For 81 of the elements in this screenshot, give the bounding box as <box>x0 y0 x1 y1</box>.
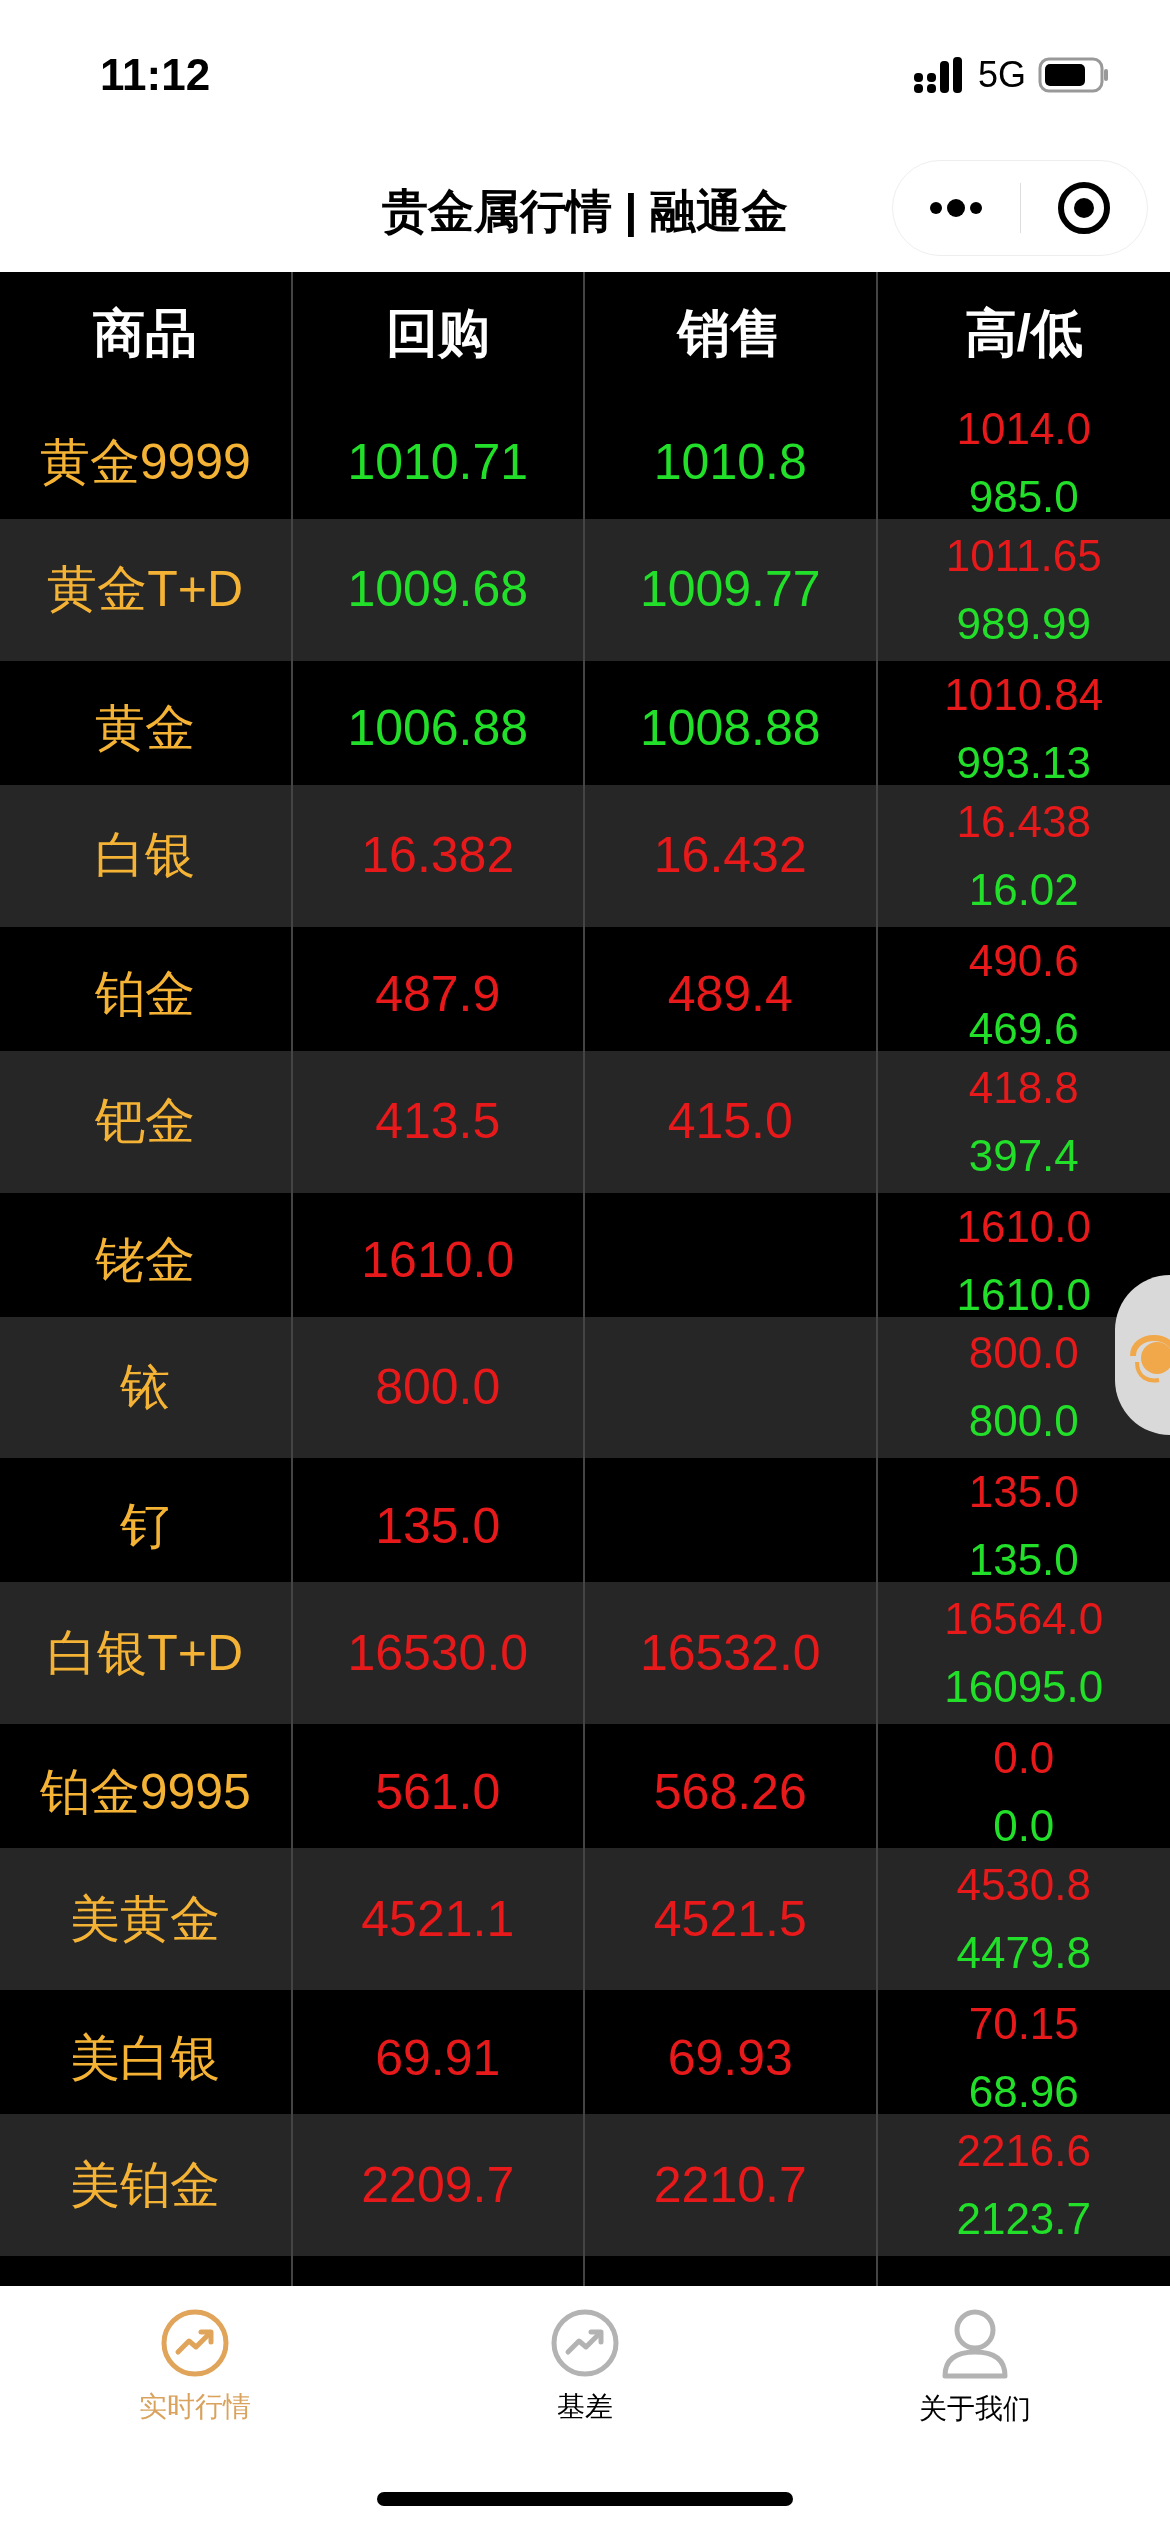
high-price: 1610.0 <box>956 1200 1092 1253</box>
column-header: 销售 <box>678 303 783 365</box>
low-price: 397.4 <box>968 1129 1079 1182</box>
sell-price: 1009.77 <box>639 560 821 620</box>
sell-price: 568.26 <box>653 1762 807 1822</box>
high-price: 800.0 <box>968 1327 1079 1380</box>
sell-price: 2210.7 <box>653 2155 807 2215</box>
product-name: 黄金T+D <box>47 560 244 620</box>
high-price: 16.438 <box>956 795 1092 848</box>
low-price: 469.6 <box>968 1002 1079 1055</box>
low-price: 800.0 <box>968 1395 1079 1448</box>
buy-price: 16530.0 <box>347 1623 529 1683</box>
sell-price: 1008.88 <box>639 699 821 759</box>
trend-chart-icon <box>550 2308 620 2378</box>
sell-price: 16.432 <box>653 826 807 886</box>
product-name: 钌 <box>120 1496 171 1556</box>
product-name: 美黄金 <box>70 1889 221 1949</box>
buy-price: 2209.7 <box>361 2155 515 2215</box>
low-price: 68.96 <box>968 2066 1079 2119</box>
status-time: 11:12 <box>100 49 211 101</box>
buy-price: 413.5 <box>375 1092 501 1152</box>
low-price: 1610.0 <box>956 1268 1092 1321</box>
low-price: 16.02 <box>968 863 1079 916</box>
buy-price: 135.0 <box>375 1496 501 1556</box>
trend-chart-icon <box>160 2308 230 2378</box>
high-price: 0.0 <box>993 1732 1055 1785</box>
close-icon[interactable] <box>1056 181 1111 235</box>
high-price: 418.8 <box>968 1061 1079 1114</box>
buy-price: 69.91 <box>375 2028 501 2088</box>
network-label: 5G <box>977 53 1026 97</box>
battery-icon <box>1038 57 1110 93</box>
low-price: 993.13 <box>956 736 1092 789</box>
product-name: 铂金 <box>95 965 196 1025</box>
tab-bar-item[interactable]: 基差 <box>390 2308 780 2430</box>
column-header: 回购 <box>385 303 490 365</box>
high-price: 1010.84 <box>944 668 1104 721</box>
high-price: 2216.6 <box>956 2125 1092 2178</box>
buy-price: 1010.71 <box>347 433 529 493</box>
high-price: 135.0 <box>968 1466 1079 1519</box>
sell-price: 415.0 <box>667 1092 793 1152</box>
product-name: 钯金 <box>95 1092 196 1152</box>
low-price: 2123.7 <box>956 2193 1092 2246</box>
sell-price: 489.4 <box>667 965 793 1025</box>
product-name: 铑金 <box>95 1231 196 1290</box>
sell-price: 1010.8 <box>653 433 807 493</box>
product-name: 铂金9995 <box>39 1762 251 1822</box>
low-price: 989.99 <box>956 597 1092 650</box>
product-name: 美白银 <box>70 2028 221 2088</box>
low-price: 135.0 <box>968 1534 1079 1587</box>
sell-price: 69.93 <box>667 2028 793 2088</box>
buy-price: 487.9 <box>375 965 501 1025</box>
product-name: 黄金9999 <box>39 433 251 493</box>
low-price: 16095.0 <box>944 1661 1104 1714</box>
low-price: 4479.8 <box>956 1927 1092 1980</box>
column-header: 高/低 <box>964 303 1083 365</box>
buy-price: 4521.1 <box>361 1889 515 1949</box>
column-header: 商品 <box>93 303 198 365</box>
product-name: 黄金 <box>95 699 196 759</box>
product-name: 铱 <box>120 1357 171 1417</box>
buy-price: 1610.0 <box>361 1231 515 1290</box>
sell-price: 4521.5 <box>653 1889 807 1949</box>
product-name: 白银 <box>95 826 196 886</box>
buy-price: 1009.68 <box>347 560 529 620</box>
high-price: 4530.8 <box>956 1859 1092 1912</box>
high-price: 1014.0 <box>956 402 1092 455</box>
product-name: 美铂金 <box>70 2155 221 2215</box>
high-price: 490.6 <box>968 934 1079 987</box>
page-title: 贵金属行情 | 融通金 <box>381 183 789 239</box>
buy-price: 16.382 <box>361 826 515 886</box>
person-icon <box>940 2308 1010 2380</box>
high-price: 16564.0 <box>944 1593 1104 1646</box>
sell-price: 16532.0 <box>639 1623 821 1683</box>
buy-price: 561.0 <box>375 1762 501 1822</box>
high-price: 70.15 <box>968 1998 1079 2051</box>
low-price: 985.0 <box>968 470 1079 523</box>
low-price: 0.0 <box>993 1800 1055 1853</box>
product-name: 白银T+D <box>47 1623 244 1683</box>
buy-price: 800.0 <box>375 1357 501 1417</box>
high-price: 1011.65 <box>945 529 1102 582</box>
buy-price: 1006.88 <box>347 699 529 759</box>
tab-bar-item[interactable]: 关于我们 <box>780 2308 1170 2430</box>
